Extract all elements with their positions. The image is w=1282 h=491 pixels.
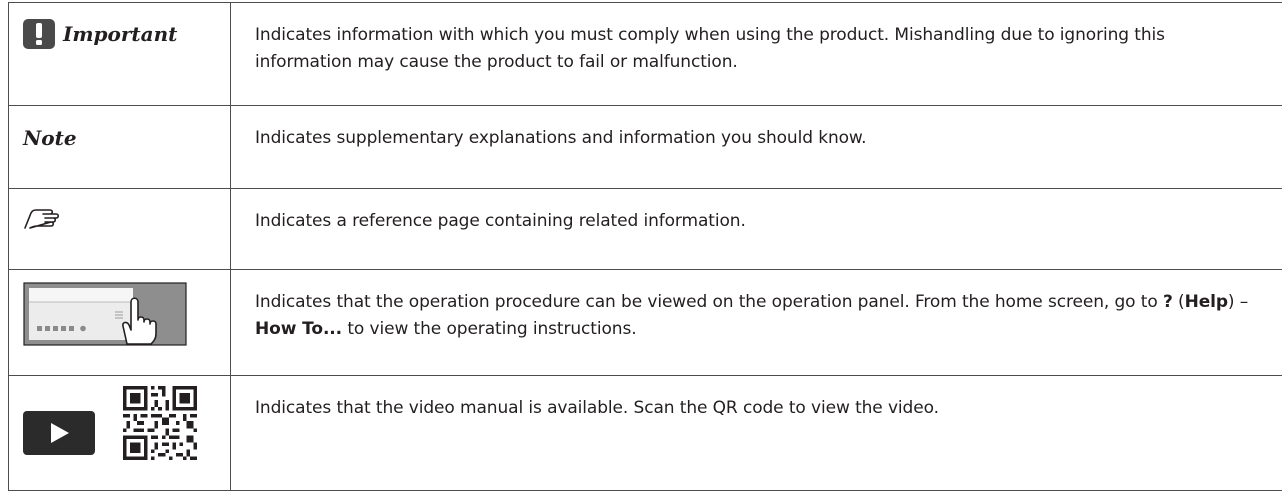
legend-row-important: Important Indicates information with whi…: [9, 3, 1282, 106]
symbol-cell: Important: [9, 3, 231, 106]
pointing-hand-reference-icon: [23, 207, 230, 235]
qr-code-icon: [123, 386, 197, 464]
help-symbol: ?: [1163, 292, 1173, 312]
legend-row-reference: Indicates a reference page containing re…: [9, 189, 1282, 270]
how-to-label: How To...: [255, 319, 342, 339]
symbol-cell: Note: [9, 106, 231, 189]
symbol-legend-table: Important Indicates information with whi…: [8, 2, 1282, 491]
help-label: Help: [1185, 292, 1228, 312]
video-play-icon: [23, 411, 95, 455]
description-cell: Indicates that the operation procedure c…: [231, 270, 1282, 376]
symbol-cell: [9, 376, 231, 491]
symbol-cell: [9, 270, 231, 376]
exclamation-icon: [23, 19, 55, 49]
operation-panel-touch-icon: [23, 282, 230, 350]
important-label: Important: [63, 22, 177, 46]
note-label: Note: [23, 126, 230, 150]
symbol-cell: [9, 189, 231, 270]
description-cell: Indicates that the video manual is avail…: [231, 376, 1282, 491]
legend-row-video: Indicates that the video manual is avail…: [9, 376, 1282, 491]
description-cell: Indicates supplementary explanations and…: [231, 106, 1282, 189]
legend-row-operation-panel: Indicates that the operation procedure c…: [9, 270, 1282, 376]
description-cell: Indicates information with which you mus…: [231, 3, 1282, 106]
legend-row-note: Note Indicates supplementary explanation…: [9, 106, 1282, 189]
description-cell: Indicates a reference page containing re…: [231, 189, 1282, 270]
